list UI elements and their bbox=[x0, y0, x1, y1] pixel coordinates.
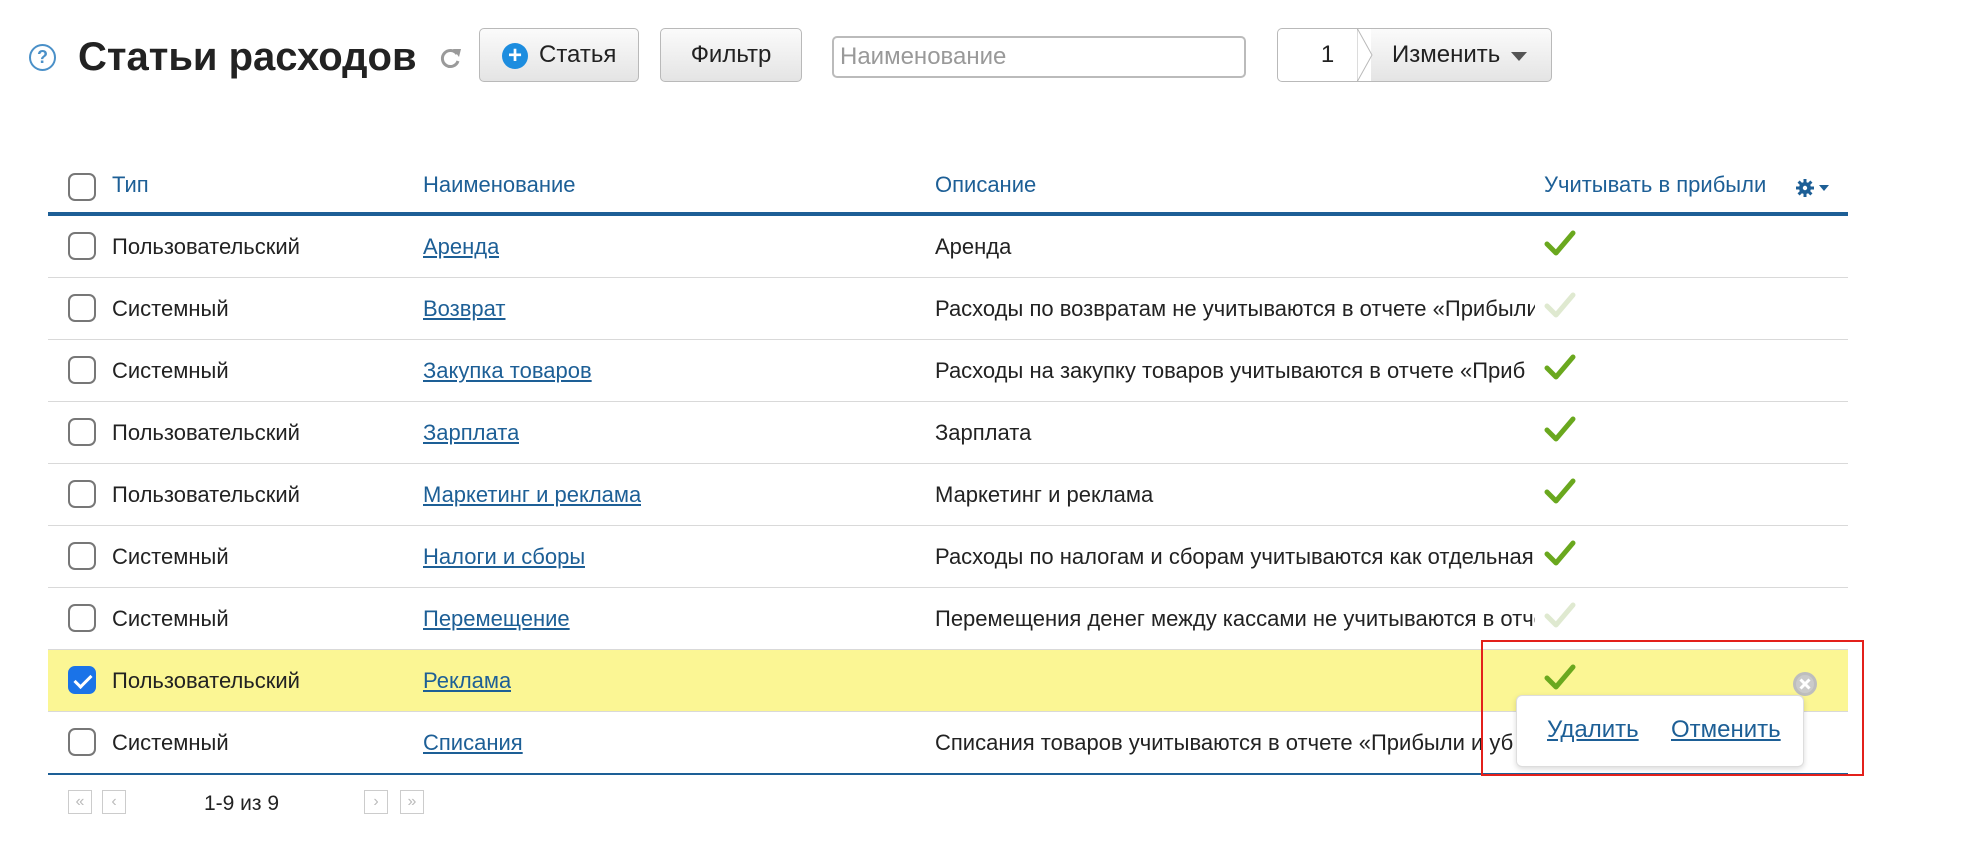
name-link[interactable]: Зарплата bbox=[423, 420, 519, 446]
row-checkbox[interactable] bbox=[68, 480, 96, 508]
first-page-button[interactable]: « bbox=[68, 790, 92, 814]
row-checkbox[interactable] bbox=[68, 356, 96, 384]
name-search-input[interactable] bbox=[832, 36, 1246, 78]
column-header-type[interactable]: Тип bbox=[112, 172, 149, 198]
check-icon[interactable] bbox=[1544, 291, 1576, 319]
table-row[interactable]: Пользовательский Маркетинг и реклама Мар… bbox=[48, 464, 1848, 526]
name-link[interactable]: Возврат bbox=[423, 296, 506, 322]
row-checkbox[interactable] bbox=[68, 728, 96, 756]
delete-confirm-popup: Удалить Отменить bbox=[1516, 695, 1804, 767]
filter-button[interactable]: Фильтр bbox=[660, 28, 802, 82]
add-article-label: Статья bbox=[539, 41, 617, 68]
check-icon[interactable] bbox=[1544, 229, 1576, 257]
description-cell: Расходы по возвратам не учитываются в от… bbox=[935, 296, 1535, 321]
description-cell: Расходы на закупку товаров учитываются в… bbox=[935, 358, 1526, 383]
name-link[interactable]: Списания bbox=[423, 730, 523, 756]
description-cell: Маркетинг и реклама bbox=[935, 482, 1154, 507]
name-link[interactable]: Закупка товаров bbox=[423, 358, 592, 384]
type-cell: Пользовательский bbox=[112, 234, 300, 259]
count-arrow-shape bbox=[1357, 28, 1373, 82]
table-row[interactable]: Системный Закупка товаров Расходы на зак… bbox=[48, 340, 1848, 402]
table-row[interactable]: Пользовательский Аренда Аренда bbox=[48, 216, 1848, 278]
type-cell: Системный bbox=[112, 730, 229, 755]
description-cell: Зарплата bbox=[935, 420, 1032, 445]
select-all-checkbox[interactable] bbox=[68, 173, 96, 201]
type-cell: Системный bbox=[112, 606, 229, 631]
change-dropdown-button[interactable]: Изменить bbox=[1357, 28, 1552, 82]
plus-circle-icon: + bbox=[502, 43, 528, 69]
help-icon[interactable]: ? bbox=[29, 44, 56, 71]
refresh-icon[interactable] bbox=[437, 45, 463, 71]
type-cell: Пользовательский bbox=[112, 482, 300, 507]
next-page-button[interactable]: › bbox=[364, 790, 388, 814]
name-link[interactable]: Аренда bbox=[423, 234, 499, 260]
type-cell: Системный bbox=[112, 296, 229, 321]
type-cell: Системный bbox=[112, 358, 229, 383]
row-checkbox[interactable] bbox=[68, 232, 96, 260]
add-article-button[interactable]: + Статья bbox=[479, 28, 639, 82]
row-checkbox[interactable] bbox=[68, 294, 96, 322]
change-label: Изменить bbox=[1392, 41, 1501, 68]
last-page-button[interactable]: » bbox=[400, 790, 424, 814]
column-header-name[interactable]: Наименование bbox=[423, 172, 576, 198]
check-icon[interactable] bbox=[1544, 539, 1576, 567]
description-cell: Аренда bbox=[935, 234, 1012, 259]
table-row[interactable]: Пользовательский Зарплата Зарплата bbox=[48, 402, 1848, 464]
check-icon[interactable] bbox=[1544, 601, 1576, 629]
prev-page-button[interactable]: ‹ bbox=[102, 790, 126, 814]
pagination: « ‹ 1-9 из 9 › » bbox=[68, 790, 468, 816]
table-row[interactable]: Системный Возврат Расходы по возвратам н… bbox=[48, 278, 1848, 340]
table-header: Тип Наименование Описание Учитывать в пр… bbox=[48, 160, 1848, 216]
name-link[interactable]: Маркетинг и реклама bbox=[423, 482, 641, 508]
type-cell: Системный bbox=[112, 544, 229, 569]
delete-link[interactable]: Удалить bbox=[1547, 716, 1639, 744]
column-settings-gear-icon[interactable] bbox=[1794, 176, 1836, 200]
column-header-description[interactable]: Описание bbox=[935, 172, 1036, 198]
table-row[interactable]: Системный Налоги и сборы Расходы по нало… bbox=[48, 526, 1848, 588]
check-icon[interactable] bbox=[1544, 353, 1576, 381]
description-cell: Перемещения денег между кассами не учиты… bbox=[935, 606, 1535, 631]
description-cell: Расходы по налогам и сборам учитываются … bbox=[935, 544, 1534, 569]
caret-down-icon bbox=[1511, 52, 1527, 61]
row-checkbox[interactable] bbox=[68, 604, 96, 632]
remove-row-icon[interactable] bbox=[1792, 671, 1818, 697]
row-checkbox[interactable] bbox=[68, 666, 96, 694]
page-info: 1-9 из 9 bbox=[204, 792, 280, 815]
column-header-profit[interactable]: Учитывать в прибыли bbox=[1544, 172, 1766, 198]
name-link[interactable]: Налоги и сборы bbox=[423, 544, 585, 570]
toolbar: ? Статьи расходов + Статья Фильтр 1 Изме… bbox=[0, 0, 1986, 110]
row-checkbox[interactable] bbox=[68, 418, 96, 446]
description-cell: Списания товаров учитываются в отчете «П… bbox=[935, 730, 1514, 755]
row-checkbox[interactable] bbox=[68, 542, 96, 570]
check-icon[interactable] bbox=[1544, 477, 1576, 505]
check-icon[interactable] bbox=[1544, 415, 1576, 443]
name-link[interactable]: Реклама bbox=[423, 668, 511, 694]
cancel-link[interactable]: Отменить bbox=[1671, 716, 1781, 744]
page-title: Статьи расходов bbox=[78, 35, 417, 79]
type-cell: Пользовательский bbox=[112, 668, 300, 693]
name-link[interactable]: Перемещение bbox=[423, 606, 570, 632]
type-cell: Пользовательский bbox=[112, 420, 300, 445]
